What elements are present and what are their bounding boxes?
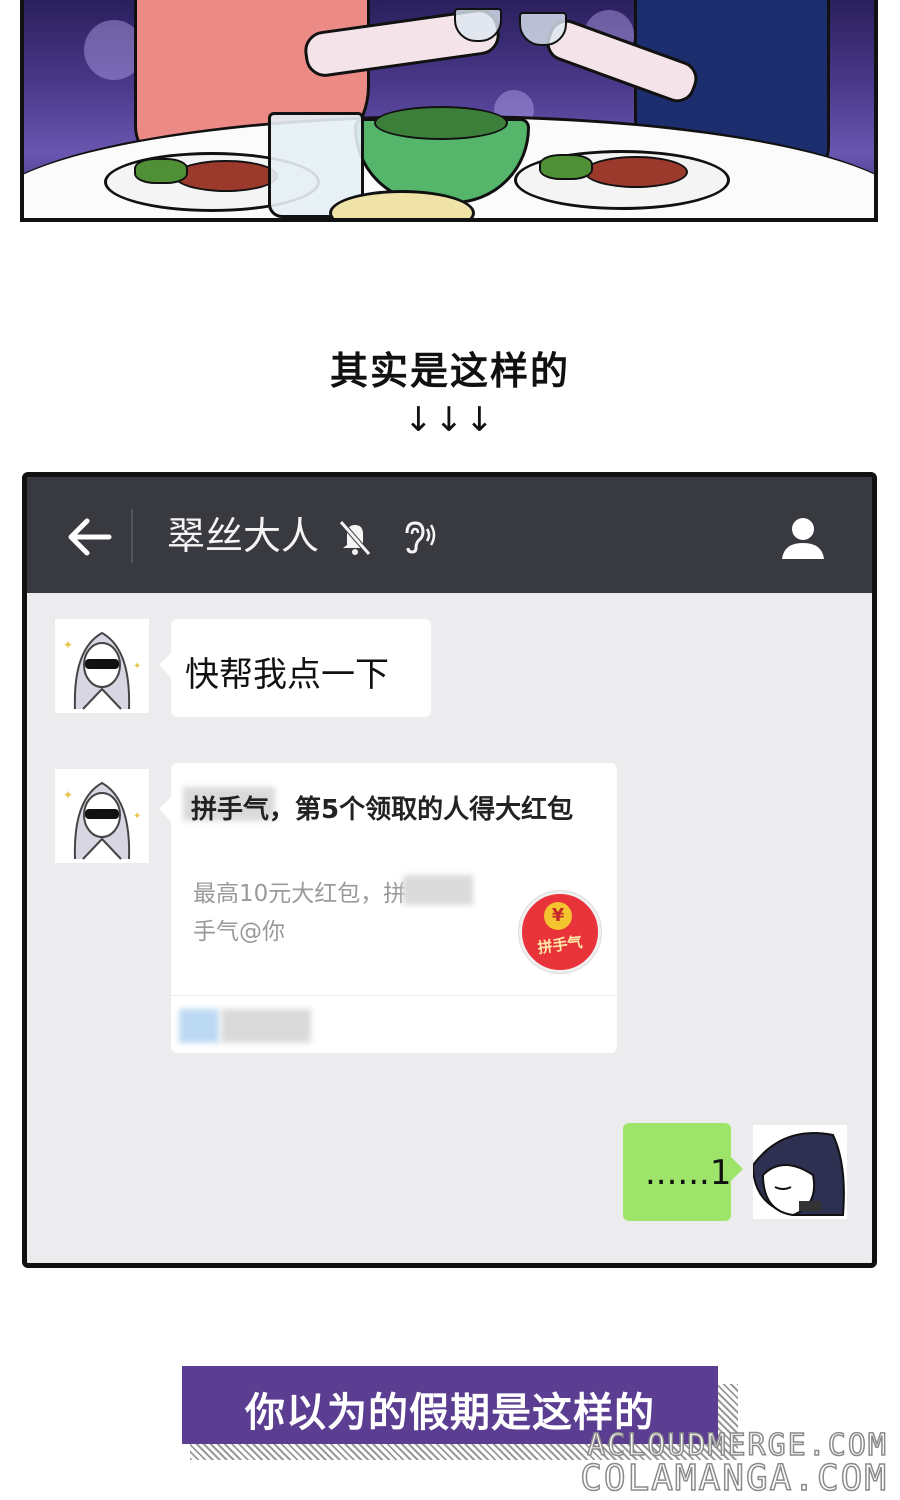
bell-muted-icon	[335, 517, 375, 557]
yuan-coin-icon: ¥	[544, 902, 572, 930]
blurred-text	[403, 875, 473, 905]
red-packet-description: 最高10元大红包，拼手气@你	[193, 881, 407, 945]
down-arrows: ↓↓↓	[404, 400, 496, 440]
chat-header: 翠丝大人	[27, 477, 872, 593]
red-packet-icon-label: 拼手气	[536, 932, 584, 958]
steak	[584, 156, 688, 188]
greens	[539, 154, 593, 180]
blurred-source-icon	[179, 1009, 219, 1043]
ear-icon	[397, 517, 437, 557]
message-text: 快帮我点一下	[185, 655, 389, 695]
sender-avatar[interactable]: ✦ ✦	[55, 619, 149, 713]
watermark-text: COLAMANGA.COM	[579, 1457, 888, 1500]
red-packet-icon: ¥ 拼手气	[519, 891, 601, 973]
svg-text:✦: ✦	[133, 811, 141, 822]
card-divider	[171, 995, 617, 996]
my-avatar[interactable]	[753, 1125, 847, 1219]
chat-window: 翠丝大人 ✦ ✦ 快帮我点一下 ✦ ✦ 拼手气，第5个领取的人得大红包 最高10…	[22, 472, 877, 1268]
message-text: ......1	[645, 1153, 732, 1193]
svg-text:✦: ✦	[63, 638, 73, 652]
salad	[374, 106, 508, 140]
svg-text:✦: ✦	[63, 788, 73, 802]
red-packet-title: 拼手气，第5个领取的人得大红包	[191, 795, 574, 825]
red-packet-card[interactable]: 拼手气，第5个领取的人得大红包 最高10元大红包，拼手气@你 ¥ 拼手气	[159, 763, 617, 1053]
comic-panel-dinner	[20, 0, 878, 222]
header-divider	[131, 509, 133, 563]
chat-title: 翠丝大人	[167, 514, 320, 558]
svg-text:✦: ✦	[133, 661, 141, 672]
blurred-source-name	[221, 1009, 311, 1043]
section-heading: 其实是这样的	[329, 349, 570, 393]
sender-avatar[interactable]: ✦ ✦	[55, 769, 149, 863]
my-message-bubble[interactable]: ......1	[623, 1123, 743, 1221]
person-icon[interactable]	[778, 513, 828, 563]
greens	[134, 158, 188, 184]
steak	[174, 160, 278, 192]
back-arrow-icon[interactable]	[63, 515, 115, 559]
message-bubble[interactable]: 快帮我点一下	[159, 619, 431, 717]
